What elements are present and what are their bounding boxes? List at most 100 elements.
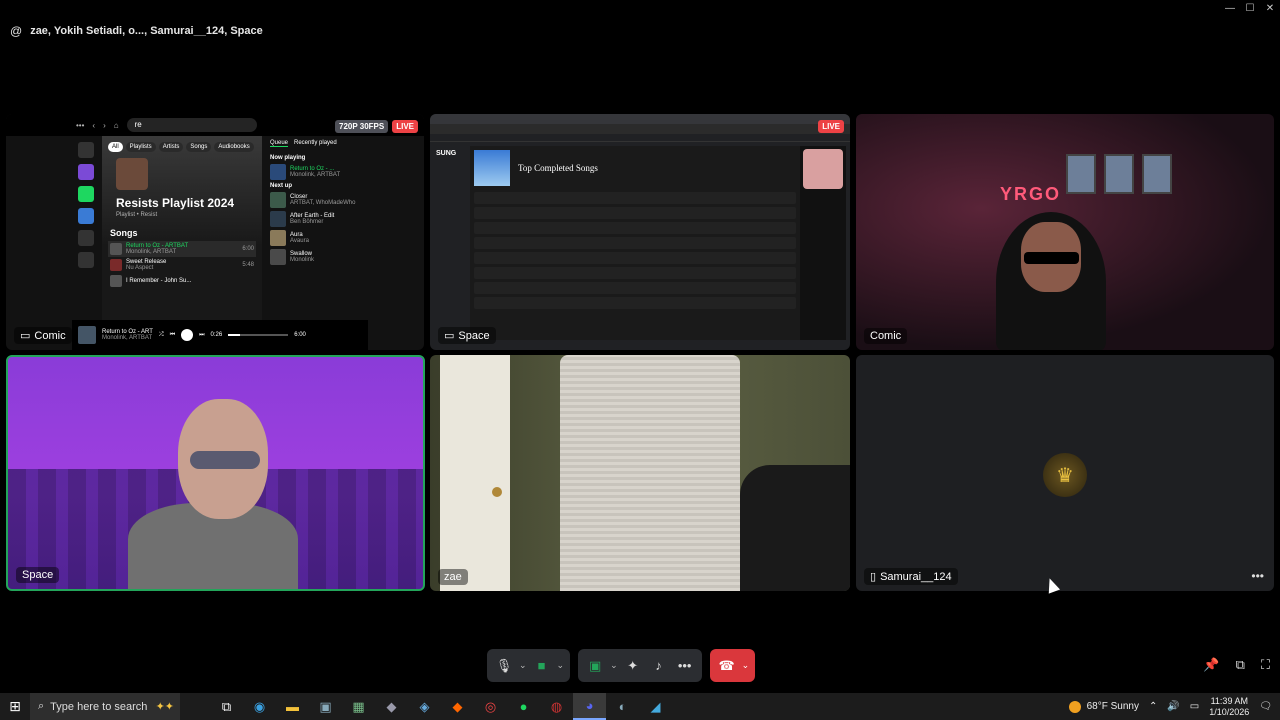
notifications-icon[interactable]: 🗨 bbox=[1259, 701, 1272, 712]
camera-icon[interactable]: ■ bbox=[531, 658, 553, 673]
queue-item[interactable]: After Earth - Edit Ben Böhmer bbox=[270, 211, 364, 227]
file-explorer-icon[interactable]: ▬ bbox=[276, 693, 309, 720]
calculator-icon[interactable]: ▦ bbox=[342, 693, 375, 720]
back-icon[interactable]: ‹ bbox=[92, 121, 95, 130]
volume-icon[interactable]: 🔊 bbox=[1167, 701, 1179, 712]
screenshare-icon[interactable]: ▣ bbox=[584, 658, 606, 674]
chevron-down-icon[interactable]: ⌄ bbox=[557, 660, 565, 671]
chevron-down-icon[interactable]: ⌄ bbox=[610, 660, 618, 671]
screenshare-icon: ▭ bbox=[444, 330, 455, 342]
app-icon[interactable]: ◈ bbox=[408, 693, 441, 720]
tile-label-text: Space bbox=[458, 329, 490, 342]
windows-start-icon[interactable]: ⊞ bbox=[0, 698, 30, 715]
chip-playlists[interactable]: Playlists bbox=[125, 142, 156, 152]
spotify-icon[interactable]: ● bbox=[507, 693, 540, 720]
chrome-icon[interactable]: ◎ bbox=[474, 693, 507, 720]
more-dots-icon[interactable]: ••• bbox=[76, 121, 84, 130]
site-logo: SUNG bbox=[436, 150, 457, 157]
song-row[interactable]: I Remember - John Su... bbox=[108, 273, 256, 289]
close-icon[interactable]: ✕ bbox=[1260, 0, 1280, 16]
stream-tile-comic-spotify[interactable]: ••• ‹ › ⌂ re 720P 30FPS LIVE All Playlis… bbox=[6, 114, 424, 350]
end-call-button[interactable]: ☎ ⌄ bbox=[709, 649, 756, 682]
shuffle-icon[interactable]: ⤮ bbox=[159, 332, 164, 339]
app-icon[interactable]: ◍ bbox=[540, 693, 573, 720]
pin-icon[interactable]: 📌 bbox=[1203, 657, 1219, 673]
queue-thumbnail bbox=[270, 192, 286, 208]
more-icon[interactable]: ••• bbox=[674, 658, 696, 673]
library-item[interactable] bbox=[78, 186, 94, 202]
fullscreen-icon[interactable]: ⛶ bbox=[1261, 657, 1270, 673]
participant-video bbox=[560, 355, 740, 591]
song-artist: Nu Aspect bbox=[126, 265, 154, 271]
network-icon[interactable]: ▭ bbox=[1190, 701, 1199, 712]
song-row[interactable]: Return to Oz - ARTBAT Monolink, ARTBAT 6:… bbox=[108, 241, 256, 257]
stream-badges: LIVE bbox=[818, 120, 844, 133]
tab-queue[interactable]: Queue bbox=[270, 140, 289, 147]
player-progress-bar[interactable] bbox=[228, 334, 289, 336]
player-total: 6:00 bbox=[294, 332, 306, 338]
tab-recently-played[interactable]: Recently played bbox=[294, 140, 337, 147]
queue-thumbnail bbox=[270, 249, 286, 265]
chip-audiobooks[interactable]: Audiobooks bbox=[214, 142, 254, 152]
weather-widget[interactable]: 68°F Sunny bbox=[1068, 700, 1139, 713]
home-icon[interactable]: ⌂ bbox=[114, 121, 119, 130]
tile-label: ▯ Samurai__124 bbox=[864, 568, 958, 585]
spotify-search-input[interactable]: re bbox=[126, 118, 257, 132]
participant-sunglasses bbox=[190, 451, 260, 469]
chip-artists[interactable]: Artists bbox=[158, 142, 184, 152]
app-icon[interactable]: ▣ bbox=[309, 693, 342, 720]
library-item[interactable] bbox=[78, 164, 94, 180]
song-row[interactable]: Sweet Release Nu Aspect 5:48 bbox=[108, 257, 256, 273]
maximize-icon[interactable]: ☐ bbox=[1240, 0, 1260, 16]
app-icon[interactable]: ◢ bbox=[639, 693, 672, 720]
voice-tile-samurai[interactable]: ♛ ▯ Samurai__124 ••• bbox=[856, 355, 1274, 591]
previous-icon[interactable]: ⏮ bbox=[170, 332, 175, 339]
chip-songs[interactable]: Songs bbox=[186, 142, 212, 152]
discord-icon[interactable]: ◕ bbox=[573, 693, 606, 720]
track-row bbox=[474, 237, 796, 249]
queue-item[interactable]: Closer ARTBAT, WhoMadeWho bbox=[270, 192, 364, 208]
player-thumbnail bbox=[78, 326, 96, 344]
browser-side-panel bbox=[800, 146, 846, 340]
soundboard-icon[interactable]: ♪ bbox=[648, 658, 670, 673]
queue-item[interactable]: Aura Avaura bbox=[270, 230, 364, 246]
steam-icon[interactable]: ◐ bbox=[606, 693, 639, 720]
library-item[interactable] bbox=[78, 230, 94, 246]
library-item[interactable] bbox=[78, 208, 94, 224]
playlist-title: Resists Playlist 2024 bbox=[116, 196, 235, 210]
library-item[interactable] bbox=[78, 142, 94, 158]
chip-all[interactable]: All bbox=[108, 142, 123, 152]
next-icon[interactable]: ⏭ bbox=[199, 332, 204, 339]
spotify-library-sidebar bbox=[72, 136, 100, 320]
tile-label: zae bbox=[438, 569, 468, 585]
library-item[interactable] bbox=[78, 252, 94, 268]
queue-item[interactable]: Return to Oz - ... Monolink, ARTBAT bbox=[270, 164, 364, 180]
brave-icon[interactable]: ◆ bbox=[441, 693, 474, 720]
chevron-up-icon[interactable]: ⌃ bbox=[1149, 701, 1157, 712]
end-call-icon[interactable]: ☎ bbox=[716, 658, 738, 674]
chevron-down-icon[interactable]: ⌄ bbox=[742, 660, 750, 671]
video-tile-space[interactable]: Space bbox=[6, 355, 425, 591]
popout-icon[interactable]: ⧉ bbox=[1236, 657, 1245, 673]
pause-button[interactable] bbox=[181, 329, 194, 341]
mic-control[interactable]: 🎙 ⌄ ■ ⌄ bbox=[487, 649, 571, 682]
task-view-icon[interactable]: ⧉ bbox=[210, 693, 243, 720]
more-options-icon[interactable]: ••• bbox=[1251, 569, 1264, 583]
video-tile-zae[interactable]: zae bbox=[430, 355, 850, 591]
stream-tile-space-browser[interactable]: LIVE SUNG Top Completed Songs ▭ Space bbox=[430, 114, 850, 350]
activities-icon[interactable]: ✦ bbox=[622, 658, 644, 674]
minimize-icon[interactable]: — bbox=[1220, 0, 1240, 16]
clock[interactable]: 11:39 AM 1/10/2026 bbox=[1209, 696, 1249, 718]
window-controls: — ☐ ✕ bbox=[1220, 0, 1280, 16]
live-badge: LIVE bbox=[818, 120, 844, 133]
chevron-down-icon[interactable]: ⌄ bbox=[519, 660, 527, 671]
forward-icon[interactable]: › bbox=[103, 121, 106, 130]
queue-item[interactable]: Swallow Monolink bbox=[270, 249, 364, 265]
video-tile-comic[interactable]: YRGO Comic bbox=[856, 114, 1274, 350]
edge-icon[interactable]: ◉ bbox=[243, 693, 276, 720]
taskbar-search[interactable]: ⌕ Type here to search ✦✦ bbox=[30, 693, 180, 720]
microphone-icon[interactable]: 🎙 bbox=[493, 658, 515, 674]
share-control[interactable]: ▣ ⌄ ✦ ♪ ••• bbox=[578, 649, 702, 682]
app-icon[interactable]: ◆ bbox=[375, 693, 408, 720]
now-playing-heading: Now playing bbox=[270, 155, 306, 161]
